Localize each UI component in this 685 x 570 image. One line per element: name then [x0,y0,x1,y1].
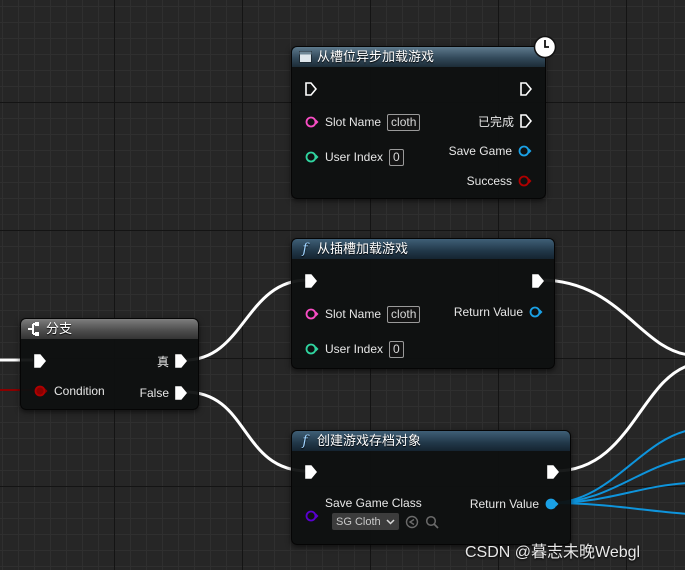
node-title: 创建游戏存档对象 [317,433,422,448]
string-pin-icon[interactable] [305,116,319,128]
pin-label: Return Value [453,305,523,319]
bool-pin-icon[interactable] [34,385,48,397]
object-pin-icon[interactable] [545,498,559,510]
exec-pin-icon[interactable] [175,386,187,400]
input-user-index[interactable]: User Index 0 [305,340,404,358]
pin-label: 真 [156,354,169,369]
output-success[interactable]: Success [467,172,532,190]
function-icon: f [302,433,308,449]
int-pin-icon[interactable] [305,151,319,163]
pin-label: Return Value [469,497,539,511]
user-index-field[interactable]: 0 [389,148,404,166]
output-true[interactable]: 真 [157,352,187,370]
node-title: 从槽位异步加载游戏 [317,49,435,64]
branch-icon [27,322,41,336]
class-dropdown[interactable]: SG Cloth [332,513,399,530]
object-pin-icon[interactable] [518,145,532,157]
save-game-class-selector[interactable]: SG Cloth [332,513,439,530]
node-title: 从插槽加载游戏 [317,241,409,256]
exec-in-pin[interactable] [34,354,46,368]
exec-wire-load-out [539,278,685,356]
exec-in-pin[interactable] [305,274,317,288]
pin-label: Slot Name [325,115,382,129]
input-condition[interactable]: Condition [34,382,105,400]
node-async-load-game[interactable]: 从槽位异步加载游戏 Slot Name cloth User Index 0 已… [291,35,557,199]
output-return-value[interactable]: Return Value [454,303,543,321]
pin-label: 已完成 [477,114,514,129]
pin-label: Condition [54,384,105,398]
output-completed[interactable]: 已完成 [478,112,532,130]
user-index-field[interactable]: 0 [389,340,404,358]
bool-pin-icon[interactable] [518,175,532,187]
string-pin-icon[interactable] [305,308,319,320]
output-false[interactable]: False [140,384,187,402]
int-pin-icon[interactable] [305,343,319,355]
clock-icon [533,35,557,59]
watermark: CSDN @暮志未晚Webgl [465,544,641,561]
node-title: 分支 [46,321,73,336]
chevron-down-icon [386,518,395,525]
exec-out-pin[interactable] [520,82,532,96]
exec-out-pin[interactable] [532,274,544,288]
output-save-game[interactable]: Save Game [449,142,532,160]
pin-label: Success [466,174,512,188]
pin-label: User Index [325,150,384,164]
exec-wire-false-to-create [184,390,309,473]
exec-in-pin[interactable] [305,82,317,96]
node-branch[interactable]: 分支 Condition 真 False [20,318,199,410]
exec-in-pin[interactable] [305,465,317,479]
node-create-save-game-object[interactable]: f 创建游戏存档对象 Save Game Class SG Cloth Retu… [291,430,571,545]
class-pin-icon[interactable] [305,510,319,522]
object-pin-icon[interactable] [529,306,543,318]
class-dropdown-value: SG Cloth [336,515,381,528]
output-return-value[interactable]: Return Value [470,495,559,513]
save-game-class-label: Save Game Class [325,496,422,510]
pin-label: User Index [325,342,384,356]
slot-name-field[interactable]: cloth [387,305,421,323]
exec-wire-create-out [554,365,685,473]
input-user-index[interactable]: User Index 0 [305,148,404,166]
slot-name-field[interactable]: cloth [387,113,421,131]
input-slot-name[interactable]: Slot Name cloth [305,305,421,323]
use-selected-asset-icon[interactable] [405,515,419,529]
search-icon[interactable] [425,515,439,529]
pin-label: False [139,386,169,400]
exec-pin-icon[interactable] [520,114,532,128]
node-header[interactable]: f 创建游戏存档对象 [292,431,570,451]
node-header[interactable]: 从槽位异步加载游戏 [292,47,545,67]
function-icon: f [302,241,308,257]
input-slot-name[interactable]: Slot Name cloth [305,113,421,131]
pin-label: Save Game [448,144,512,158]
node-header[interactable]: f 从插槽加载游戏 [292,239,554,259]
node-load-game-from-slot[interactable]: f 从插槽加载游戏 Slot Name cloth User Index 0 R… [291,238,555,369]
exec-wire-true-to-load [184,278,309,362]
exec-pin-icon[interactable] [175,354,187,368]
exec-out-pin[interactable] [547,465,559,479]
node-window-icon [298,50,312,64]
node-header[interactable]: 分支 [21,319,198,339]
pin-label: Slot Name [325,307,382,321]
